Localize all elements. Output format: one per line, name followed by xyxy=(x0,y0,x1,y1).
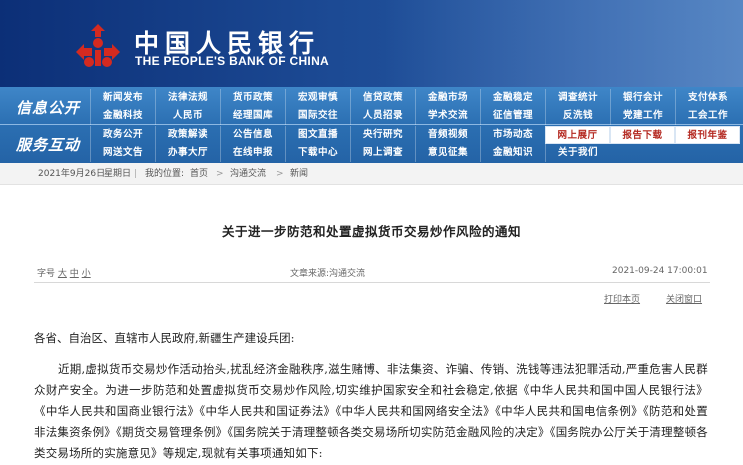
nav-item-payment-system[interactable]: 支付体系 xyxy=(675,89,740,107)
nav-item-statistics[interactable]: 调查统计 xyxy=(545,89,610,107)
nav-item-rmb[interactable]: 人民币 xyxy=(155,107,220,125)
nav-row-service-2: 网送文告 办事大厅 在线申报 下载中心 网上调查 意见征集 金融知识 关于我们 xyxy=(90,144,743,162)
breadcrumb-location-label: 我的位置: xyxy=(145,169,185,179)
nav-row-info-2: 金融科技 人民币 经理国库 国际交往 人员招录 学术交流 征信管理 反洗钱 党建… xyxy=(90,107,743,125)
close-window-link[interactable]: 关闭窗口 xyxy=(666,295,702,305)
nav-item-recruitment[interactable]: 人员招录 xyxy=(350,107,415,125)
nav-item-credit-reference[interactable]: 征信管理 xyxy=(480,107,545,125)
article-title: 关于进一步防范和处置虚拟货币交易炒作风险的通知 xyxy=(221,224,521,239)
article-datetime: 2021-09-24 17:00:01 xyxy=(612,266,708,276)
nav-item-report-download[interactable]: 报告下载 xyxy=(610,126,675,144)
nav-item-bank-accounting[interactable]: 银行会计 xyxy=(610,89,675,107)
nav-item-academic[interactable]: 学术交流 xyxy=(415,107,480,125)
nav-item-government-affairs[interactable]: 政务公开 xyxy=(90,126,155,144)
nav-item-macroprudential[interactable]: 宏观审慎 xyxy=(285,89,350,107)
nav-item-download-center[interactable]: 下载中心 xyxy=(285,144,350,162)
nav-item-fintech[interactable]: 金融科技 xyxy=(90,107,155,125)
pboc-emblem-icon[interactable] xyxy=(72,22,124,70)
nav-item-aml[interactable]: 反洗钱 xyxy=(545,107,610,125)
nav-item-international[interactable]: 国际交往 xyxy=(285,107,350,125)
breadcrumb-section-link[interactable]: 沟通交流 xyxy=(230,163,266,185)
nav-item-news-release[interactable]: 新闻发布 xyxy=(90,89,155,107)
breadcrumb: 2021年9月26日 星期日 | 我的位置: 首页 > 沟通交流 > 新闻 xyxy=(0,163,743,185)
current-weekday: 星期日 xyxy=(104,169,132,179)
nav-item-opinion-collection[interactable]: 意见征集 xyxy=(415,144,480,162)
breadcrumb-home-link[interactable]: 首页 xyxy=(190,163,208,185)
nav-item-online-documents[interactable]: 网送文告 xyxy=(90,144,155,162)
info-disclosure-label: 信息公开 xyxy=(16,99,81,117)
service-interaction-label: 服务互动 xyxy=(16,136,81,154)
article-paragraph: 近期,虚拟货币交易炒作活动抬头,扰乱经济金融秩序,滋生赌博、非法集资、诈骗、传销… xyxy=(34,362,708,460)
nav-item-market-news[interactable]: 市场动态 xyxy=(480,126,545,144)
nav-item-research[interactable]: 央行研究 xyxy=(350,126,415,144)
nav-row-service-1: 政务公开 政策解读 公告信息 图文直播 央行研究 音频视频 市场动态 网上展厅 … xyxy=(90,126,743,144)
nav-item-online-filing[interactable]: 在线申报 xyxy=(220,144,285,162)
nav-item-about-us[interactable]: 关于我们 xyxy=(545,144,610,162)
nav-item-announcements[interactable]: 公告信息 xyxy=(220,126,285,144)
font-size-label: 字号 xyxy=(37,269,56,279)
site-banner: 中国人民银行 THE PEOPLE'S BANK OF CHINA xyxy=(0,0,743,87)
nav-item-monetary-policy[interactable]: 货币政策 xyxy=(220,89,285,107)
nav-item-yearbook[interactable]: 报刊年鉴 xyxy=(675,126,740,144)
bank-name-en: THE PEOPLE'S BANK OF CHINA xyxy=(135,54,329,68)
breadcrumb-current: 新闻 xyxy=(290,169,309,179)
nav-item-online-exhibition[interactable]: 网上展厅 xyxy=(545,126,610,144)
main-navigation: 信息公开 服务互动 新闻发布 法律法规 货币政策 宏观审慎 信贷政策 金融市场 … xyxy=(0,87,743,163)
article-salutation: 各省、自治区、直辖市人民政府,新疆生产建设兵团: xyxy=(34,331,295,345)
nav-item-financial-market[interactable]: 金融市场 xyxy=(415,89,480,107)
nav-item-treasury[interactable]: 经理国库 xyxy=(220,107,285,125)
nav-item-credit-policy[interactable]: 信贷政策 xyxy=(350,89,415,107)
article-source: 文章来源:沟通交流 xyxy=(290,269,366,279)
nav-item-online-survey[interactable]: 网上调查 xyxy=(350,144,415,162)
nav-item-party-building[interactable]: 党建工作 xyxy=(610,107,675,125)
font-large-link[interactable]: 大 xyxy=(58,269,67,279)
nav-item-laws[interactable]: 法律法规 xyxy=(155,89,220,107)
nav-item-media[interactable]: 音频视频 xyxy=(415,126,480,144)
nav-item-financial-knowledge[interactable]: 金融知识 xyxy=(480,144,545,162)
font-medium-link[interactable]: 中 xyxy=(70,269,79,279)
nav-item-financial-stability[interactable]: 金融稳定 xyxy=(480,89,545,107)
nav-row-info-1: 新闻发布 法律法规 货币政策 宏观审慎 信贷政策 金融市场 金融稳定 调查统计 … xyxy=(90,89,743,107)
font-size-controls: 字号 大 中 小 xyxy=(37,266,91,279)
print-page-link[interactable]: 打印本页 xyxy=(604,295,640,305)
nav-item-union[interactable]: 工会工作 xyxy=(675,107,740,125)
current-date: 2021年9月26日 xyxy=(38,169,106,179)
nav-item-live[interactable]: 图文直播 xyxy=(285,126,350,144)
nav-item-service-hall[interactable]: 办事大厅 xyxy=(155,144,220,162)
meta-divider xyxy=(34,282,710,283)
font-small-link[interactable]: 小 xyxy=(82,269,91,279)
page: 中国人民银行 THE PEOPLE'S BANK OF CHINA 信息公开 服… xyxy=(0,0,743,465)
nav-item-policy-interpretation[interactable]: 政策解读 xyxy=(155,126,220,144)
